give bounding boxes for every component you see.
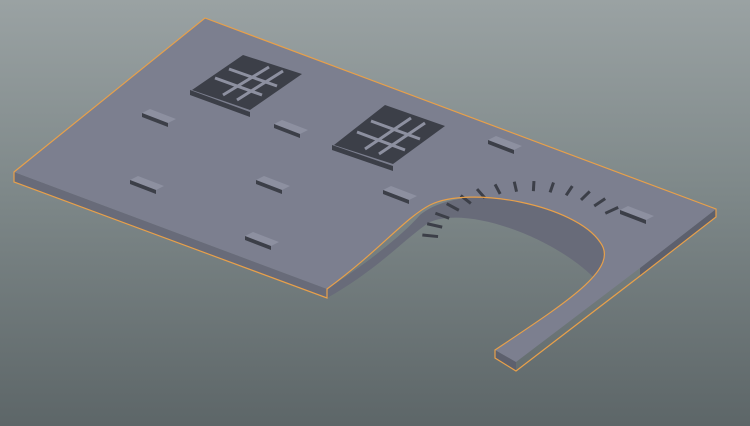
voussoir-block [422, 233, 439, 239]
selected-wall-mesh[interactable] [13, 17, 717, 372]
voussoir-block [426, 222, 443, 229]
viewport-canvas[interactable] [0, 0, 750, 426]
3d-viewport[interactable] [0, 0, 750, 426]
slab-top-face [14, 18, 716, 362]
voussoir-block [531, 180, 536, 192]
